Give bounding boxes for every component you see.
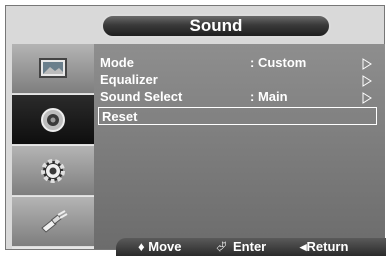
menu-item-equalizer[interactable]: Equalizer xyxy=(100,71,375,89)
submenu-arrow-icon xyxy=(362,92,372,104)
menu-item-label: Reset xyxy=(102,109,138,124)
sidebar-item-picture[interactable] xyxy=(12,44,94,94)
submenu-arrow-icon xyxy=(362,75,372,87)
input-plug-icon xyxy=(41,210,68,233)
menu-item-reset[interactable]: Reset xyxy=(98,107,377,125)
help-enter: Enter xyxy=(233,239,267,254)
sound-icon xyxy=(41,108,65,132)
help-return: ◂Return xyxy=(300,239,349,254)
menu-title: Sound xyxy=(101,14,331,38)
sidebar-item-setup[interactable] xyxy=(12,146,94,196)
sidebar-item-sound[interactable] xyxy=(12,95,94,145)
menu-sidebar xyxy=(12,44,94,249)
enter-icon: ⮰ xyxy=(216,239,227,254)
sound-menu-window: Sound Mode: Custom Equalizer Sound Sele… xyxy=(5,5,386,256)
help-bar: ♦ Move ⮰ Enter ◂Return xyxy=(116,238,386,256)
menu-item-value: : Custom xyxy=(250,55,307,70)
setup-gear-icon xyxy=(41,159,65,183)
menu-item-value: : Main xyxy=(250,89,288,104)
menu-item-sound-select[interactable]: Sound Select : Main xyxy=(100,88,375,106)
sidebar-item-input[interactable] xyxy=(12,197,94,247)
help-move: ♦ Move xyxy=(138,239,182,254)
menu-content: Mode : Custom Equalizer Sound Select : M… xyxy=(94,44,385,249)
menu-item-mode[interactable]: Mode : Custom xyxy=(100,54,375,72)
menu-item-label: Equalizer xyxy=(100,72,158,87)
menu-item-label: Mode xyxy=(100,55,134,70)
picture-icon xyxy=(39,58,67,78)
submenu-arrow-icon xyxy=(362,58,372,70)
menu-item-label: Sound Select xyxy=(100,89,183,104)
